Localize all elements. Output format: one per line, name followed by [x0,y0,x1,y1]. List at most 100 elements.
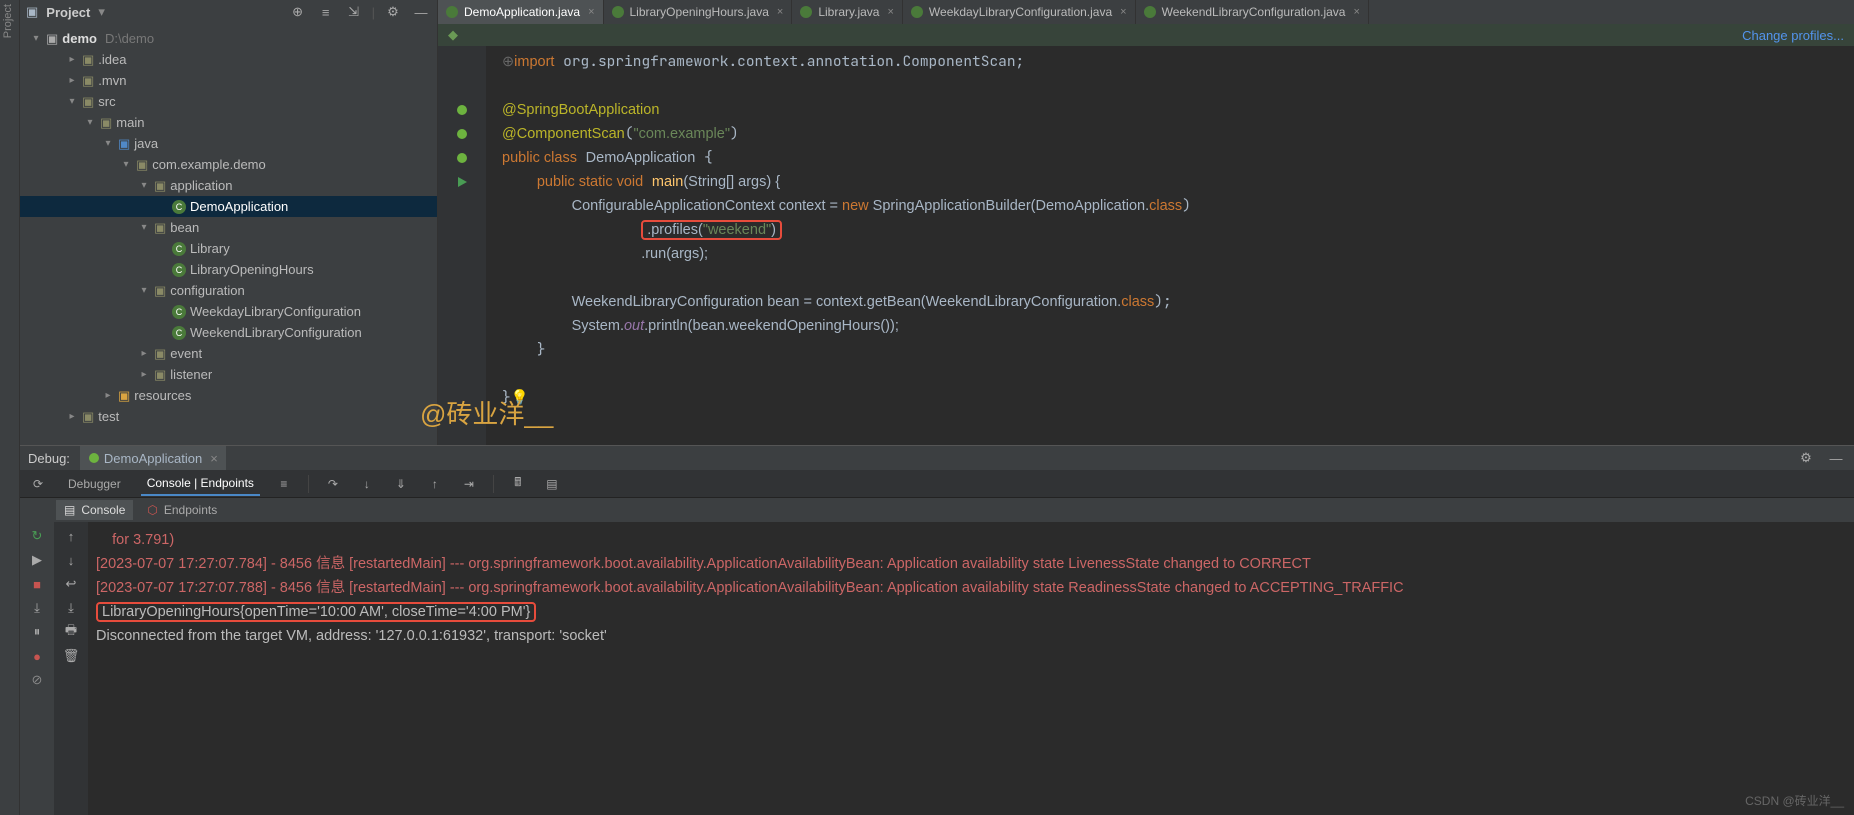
project-tree[interactable]: ▾ ▣ demo D:\demo ▸▣.idea▸▣.mvn▾▣src▾▣mai… [20,24,437,445]
bulb-icon[interactable]: 💡 [511,390,529,406]
editor-tab-library[interactable]: Library.java × [792,0,903,24]
tree-item-java[interactable]: ▾▣java [20,133,437,154]
tree-item--idea[interactable]: ▸▣.idea [20,49,437,70]
log1: [2023-07-07 17:27:07.784] - 8456 信息 [res… [96,556,1311,572]
hide-icon[interactable]: — [411,2,431,22]
debug-config-tab[interactable]: DemoApplication × [80,446,226,470]
chevron-down-icon[interactable]: ▾ [120,159,132,170]
class-icon [911,6,923,18]
editor-area: DemoApplication.java×LibraryOpeningHours… [438,0,1854,445]
tree-item-listener[interactable]: ▸▣listener [20,364,437,385]
chevron-right-icon[interactable]: ▸ [102,390,114,401]
up-icon[interactable]: ↑ [61,526,81,546]
stop-icon[interactable]: ■ [27,574,47,594]
tab-debugger[interactable]: Debugger [62,473,127,495]
step-into-icon[interactable]: ↓ [357,474,377,494]
clear-icon[interactable]: 🗑 [61,646,81,666]
l2c: "com.example" [633,126,730,142]
debug-gear-icon[interactable]: ⚙ [1796,448,1816,468]
more-threads-icon[interactable]: ≡ [274,474,294,494]
chevron-down-icon[interactable]: ▾ [84,117,96,128]
editor-tab-demoapplication[interactable]: DemoApplication.java× [438,0,604,24]
scroll-end-icon[interactable]: ⤓ [61,598,81,618]
close-tab-icon[interactable]: × [887,6,893,18]
tab-endpoints[interactable]: ⬡ Endpoints [139,500,225,520]
collapse-icon[interactable]: ⊕ [502,54,514,70]
console-output[interactable]: for 3.791) [2023-07-07 17:27:07.784] - 8… [88,522,1854,815]
tab-console-endpoints[interactable]: Console | Endpoints [141,472,260,496]
locate-icon[interactable]: ⊕ [288,2,308,22]
tab-console[interactable]: ▤ Console [56,500,133,520]
tree-item-test[interactable]: ▸▣test [20,406,437,427]
log2: [2023-07-07 17:27:07.788] - 8456 信息 [res… [96,580,1404,596]
restore-layout-icon[interactable]: ⟳ [28,474,48,494]
chevron-right-icon[interactable]: ▸ [138,348,150,359]
tree-item-event[interactable]: ▸▣event [20,343,437,364]
close-tab-icon[interactable]: × [1353,6,1359,18]
run-to-cursor-icon[interactable]: ⇥ [459,474,479,494]
tab-label: WeekendLibraryConfiguration.java [1162,5,1346,19]
chevron-down-icon[interactable]: ▾ [138,222,150,233]
step-over-icon[interactable]: ↷ [323,474,343,494]
tree-item-weekdaylibraryconfiguration[interactable]: CWeekdayLibraryConfiguration [20,301,437,322]
editor-tab-weekdaylibraryconfiguration[interactable]: WeekdayLibraryConfiguration.java× [903,0,1136,24]
tree-item-configuration[interactable]: ▾▣configuration [20,280,437,301]
tree-item-src[interactable]: ▾▣src [20,91,437,112]
tree-item-library[interactable]: CLibrary [20,238,437,259]
tree-item-com-example-demo[interactable]: ▾▣com.example.demo [20,154,437,175]
step-out-icon[interactable]: ↑ [425,474,445,494]
tree-item-demoapplication[interactable]: CDemoApplication [20,196,437,217]
chevron-down-icon[interactable]: ▾ [30,33,42,44]
chevron-down-icon[interactable]: ▾ [138,285,150,296]
close-tab-icon[interactable]: × [777,6,783,18]
tree-item-resources[interactable]: ▸▣resources [20,385,437,406]
chevron-right-icon[interactable]: ▸ [66,75,78,86]
change-profiles-link[interactable]: Change profiles... [1742,28,1844,43]
resume-icon[interactable]: ⤓ [27,598,47,618]
down-icon[interactable]: ↓ [61,550,81,570]
log3: LibraryOpeningHours{openTime='10:00 AM',… [102,604,530,620]
tree-root[interactable]: ▾ ▣ demo D:\demo [20,28,437,49]
close-tab-icon[interactable]: × [1120,6,1126,18]
mute-bp-icon[interactable]: ⊘ [27,670,47,690]
l4a: public static void [537,174,643,190]
project-strip-label[interactable]: Project [0,0,16,42]
debug-hide-icon[interactable]: — [1826,448,1846,468]
tree-item-bean[interactable]: ▾▣bean [20,217,437,238]
trace-icon[interactable]: ▤ [542,474,562,494]
evaluate-icon[interactable]: 🖩 [508,474,528,494]
tree-item-main[interactable]: ▾▣main [20,112,437,133]
view-bp-icon[interactable]: ● [27,646,47,666]
force-step-into-icon[interactable]: ⇓ [391,474,411,494]
chevron-right-icon[interactable]: ▸ [66,54,78,65]
run-gutter-icon[interactable] [456,176,468,188]
tree-item-libraryopeninghours[interactable]: CLibraryOpeningHours [20,259,437,280]
editor-tab-weekendlibraryconfiguration[interactable]: WeekendLibraryConfiguration.java × [1136,0,1369,24]
expand-icon[interactable]: ≡ [316,2,336,22]
print-icon[interactable]: 🖶 [61,622,81,642]
wrap-icon[interactable]: ↩ [61,574,81,594]
tree-item--mvn[interactable]: ▸▣.mvn [20,70,437,91]
chevron-down-icon[interactable]: ▾ [102,138,114,149]
pause-icon[interactable]: ⏸ [27,622,47,642]
class-icon [1144,6,1156,18]
close-icon[interactable]: × [210,451,218,466]
tree-label: main [116,115,144,130]
tree-item-weekendlibraryconfiguration[interactable]: CWeekendLibraryConfiguration [20,322,437,343]
modify-run-icon[interactable]: ▶ [27,550,47,570]
close-tab-icon[interactable]: × [588,6,594,18]
dropdown-icon[interactable]: ▾ [98,4,105,20]
chevron-right-icon[interactable]: ▸ [66,411,78,422]
gutter[interactable] [438,46,486,445]
tree-item-application[interactable]: ▾▣application [20,175,437,196]
chevron-down-icon[interactable]: ▾ [66,96,78,107]
code-content[interactable]: ⊕import import org.springframework.conte… [486,46,1854,445]
editor-tab-libraryopeninghours[interactable]: LibraryOpeningHours.java× [604,0,793,24]
chevron-right-icon[interactable]: ▸ [138,369,150,380]
tab-label: Library.java [818,5,879,19]
editor[interactable]: ⊕import import org.springframework.conte… [438,46,1854,445]
collapse-icon[interactable]: ⇲ [344,2,364,22]
rerun-icon[interactable]: ↻ [27,526,47,546]
chevron-down-icon[interactable]: ▾ [138,180,150,191]
gear-icon[interactable]: ⚙ [383,2,403,22]
